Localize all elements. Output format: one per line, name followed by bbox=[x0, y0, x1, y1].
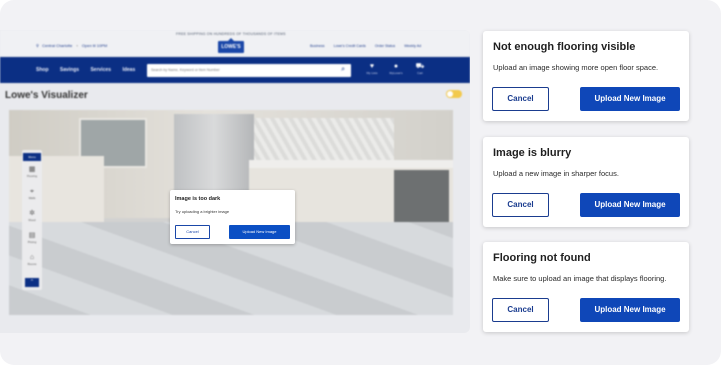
dialog-title: Image is too dark bbox=[175, 196, 221, 202]
heart-icon: ♥ bbox=[369, 63, 375, 70]
chevron-up-icon[interactable]: ⌃ bbox=[25, 278, 39, 287]
account-label: MyLowe's bbox=[389, 71, 403, 75]
tool-mood[interactable]: ✲ Mood bbox=[22, 210, 42, 222]
view-toggle[interactable] bbox=[446, 90, 462, 98]
my-lists-button[interactable]: ♥ My Lists bbox=[362, 63, 382, 75]
utility-bar: FREE SHIPPING ON HUNDREDS OF THOUSANDS O… bbox=[0, 30, 470, 56]
utility-link-order-status[interactable]: Order Status bbox=[375, 44, 395, 48]
dialog-message: Try uploading a brighter image bbox=[175, 209, 230, 214]
cancel-button[interactable]: Cancel bbox=[492, 193, 549, 217]
card-title: Flooring not found bbox=[493, 252, 591, 264]
tool-walls[interactable]: ⌖ Walls bbox=[22, 188, 42, 200]
store-selector[interactable]: ⚲ Central Charlotte › Open til 10PM bbox=[36, 43, 107, 48]
cart-icon: ⛟ bbox=[415, 63, 425, 70]
card-message: Make sure to upload an image that displa… bbox=[493, 274, 667, 283]
cart-button[interactable]: ⛟ Cart bbox=[410, 63, 430, 75]
upload-new-image-button[interactable]: Upload New Image bbox=[580, 193, 680, 217]
card-title: Not enough flooring visible bbox=[493, 41, 636, 53]
visualizer-screenshot: FREE SHIPPING ON HUNDREDS OF THOUSANDS O… bbox=[0, 30, 470, 333]
utility-link-credit-cards[interactable]: Lowe's Credit Cards bbox=[334, 44, 366, 48]
blurred-site: FREE SHIPPING ON HUNDREDS OF THOUSANDS O… bbox=[0, 30, 470, 333]
card-message: Upload an image showing more open floor … bbox=[493, 63, 659, 72]
account-icon: ● bbox=[393, 63, 399, 70]
nav-links: Shop Savings Services Ideas bbox=[36, 67, 145, 73]
menu-button[interactable]: Menu bbox=[23, 153, 41, 161]
dialog-upload-button[interactable]: Upload New Image bbox=[229, 225, 290, 239]
search-icon[interactable]: ⌕ bbox=[341, 66, 345, 74]
flooring-icon: ▦ bbox=[28, 166, 36, 173]
image-too-dark-dialog: Image is too dark Try uploading a bright… bbox=[170, 190, 295, 244]
my-lists-label: My Lists bbox=[366, 71, 378, 75]
room-backsplash bbox=[254, 118, 394, 163]
dialog-cancel-button[interactable]: Cancel bbox=[175, 225, 210, 239]
error-card-not-enough-flooring: Not enough flooring visible Upload an im… bbox=[483, 31, 689, 121]
chevron-right-icon: › bbox=[76, 43, 78, 48]
walls-icon: ⌖ bbox=[30, 188, 34, 195]
logo-text: LOWE'S bbox=[221, 44, 241, 50]
card-title: Image is blurry bbox=[493, 147, 572, 159]
room-oven bbox=[394, 170, 449, 225]
utility-link-weekly-ad[interactable]: Weekly Ad bbox=[404, 44, 421, 48]
tool-flooring[interactable]: ▦ Flooring bbox=[22, 166, 42, 178]
account-button[interactable]: ● MyLowe's bbox=[386, 63, 406, 75]
error-card-image-blurry: Image is blurry Upload a new image in sh… bbox=[483, 137, 689, 227]
tool-rooms[interactable]: ⌂ Rooms bbox=[22, 254, 42, 266]
cart-label: Cart bbox=[417, 71, 423, 75]
pricing-icon: ▤ bbox=[28, 232, 36, 239]
card-message: Upload a new image in sharper focus. bbox=[493, 169, 619, 178]
lowes-logo[interactable]: LOWE'S bbox=[218, 41, 244, 53]
tool-pricing-label: Pricing bbox=[27, 240, 37, 244]
room-counter bbox=[249, 160, 453, 168]
nav-link-ideas[interactable]: Ideas bbox=[122, 67, 135, 73]
tool-rooms-label: Rooms bbox=[27, 262, 37, 266]
upload-new-image-button[interactable]: Upload New Image bbox=[580, 87, 680, 111]
location-pin-icon: ⚲ bbox=[36, 43, 39, 48]
utility-link-business[interactable]: Business bbox=[310, 44, 325, 48]
store-hours: Open til 10PM bbox=[81, 43, 108, 48]
rooms-icon: ⌂ bbox=[29, 254, 35, 261]
page-title: Lowe's Visualizer bbox=[5, 90, 88, 101]
nav-link-savings[interactable]: Savings bbox=[60, 67, 79, 73]
main-navbar: Shop Savings Services Ideas Search by Na… bbox=[0, 57, 470, 83]
utility-links: Business Lowe's Credit Cards Order Statu… bbox=[310, 44, 429, 48]
tool-mood-label: Mood bbox=[28, 218, 36, 222]
mood-icon: ✲ bbox=[29, 210, 35, 217]
nav-link-services[interactable]: Services bbox=[90, 67, 111, 73]
tool-rail: Menu ▦ Flooring ⌖ Walls ✲ Mood ▤ Pricing bbox=[22, 150, 42, 290]
canvas: FREE SHIPPING ON HUNDREDS OF THOUSANDS O… bbox=[0, 0, 721, 365]
tool-flooring-label: Flooring bbox=[26, 174, 38, 178]
tool-pricing[interactable]: ▤ Pricing bbox=[22, 232, 42, 244]
cancel-button[interactable]: Cancel bbox=[492, 298, 549, 322]
nav-link-shop[interactable]: Shop bbox=[36, 67, 49, 73]
tool-walls-label: Walls bbox=[28, 196, 36, 200]
free-shipping-banner: FREE SHIPPING ON HUNDREDS OF THOUSANDS O… bbox=[176, 32, 286, 36]
error-card-flooring-not-found: Flooring not found Make sure to upload a… bbox=[483, 242, 689, 332]
cancel-button[interactable]: Cancel bbox=[492, 87, 549, 111]
search-input[interactable]: Search by Name, Keyword or Item Number ⌕ bbox=[147, 64, 351, 77]
upload-new-image-button[interactable]: Upload New Image bbox=[580, 298, 680, 322]
search-placeholder: Search by Name, Keyword or Item Number bbox=[151, 68, 220, 72]
store-name: Central Charlotte bbox=[42, 43, 73, 48]
